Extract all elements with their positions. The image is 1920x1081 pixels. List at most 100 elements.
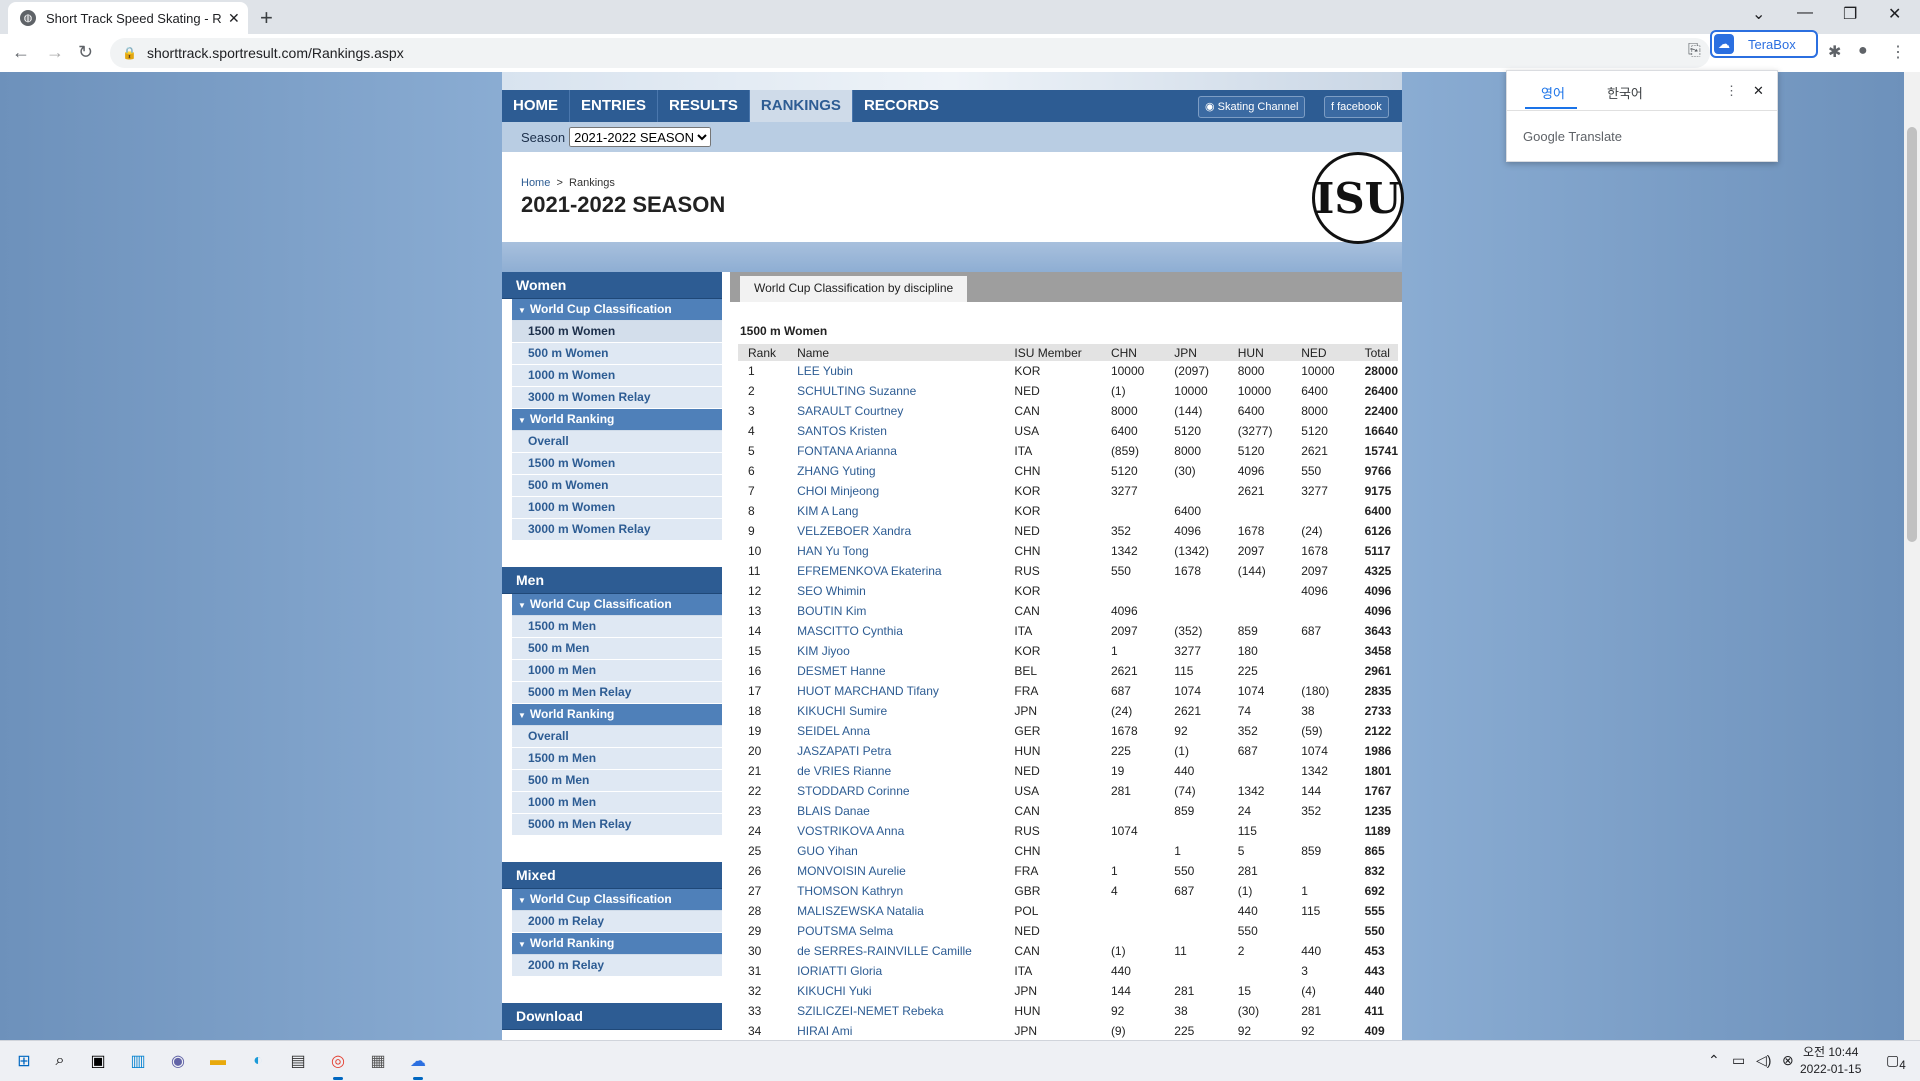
profile-icon[interactable]: ●	[1858, 42, 1868, 60]
notification-icon[interactable]: ▢4	[1886, 1052, 1906, 1072]
cell-name[interactable]: BLAIS Danae	[787, 801, 1004, 821]
taskbar-clock[interactable]: 오전 10:44 2022-01-15	[1800, 1044, 1861, 1078]
sidebar-item-women-wr-500[interactable]: 500 m Women	[512, 475, 722, 497]
sidebar-item-mixed-wc-relay[interactable]: 2000 m Relay	[512, 911, 722, 933]
forward-icon[interactable]: →	[46, 42, 64, 63]
edge-icon[interactable]: ◐	[244, 1047, 272, 1075]
cell-name[interactable]: de SERRES-RAINVILLE Camille	[787, 941, 1005, 961]
sidebar-item-men-wr-overall[interactable]: Overall	[512, 726, 722, 748]
close-tab-icon[interactable]: ✕	[228, 10, 240, 27]
nav-home[interactable]: HOME	[502, 90, 570, 122]
cell-name[interactable]: SANTOS Kristen	[787, 421, 1005, 441]
sidebar-item-women-wr-overall[interactable]: Overall	[512, 431, 722, 453]
cell-name[interactable]: FONTANA Arianna	[787, 441, 1004, 461]
sidebar-item-men-wc-1500[interactable]: 1500 m Men	[512, 616, 722, 638]
store-icon[interactable]: ▤	[284, 1047, 312, 1075]
cell-name[interactable]: LEE Yubin	[787, 361, 1004, 381]
widgets-icon[interactable]: ▥	[124, 1047, 152, 1075]
close-popup-icon[interactable]: ✕	[1753, 83, 1764, 99]
cell-name[interactable]: THOMSON Kathryn	[787, 881, 1004, 901]
reload-icon[interactable]: ↻	[78, 42, 93, 63]
sidebar-item-men-wc-relay[interactable]: 5000 m Men Relay	[512, 682, 722, 704]
breadcrumb-home[interactable]: Home	[521, 177, 550, 189]
cell-name[interactable]: HUOT MARCHAND Tifany	[787, 681, 1004, 701]
scrollbar-thumb[interactable]	[1907, 127, 1917, 542]
sidebar-item-women-wr-1500[interactable]: 1500 m Women	[512, 453, 722, 475]
cell-name[interactable]: MALISZEWSKA Natalia	[787, 901, 1005, 921]
sidebar-item-men-wr-1000[interactable]: 1000 m Men	[512, 792, 722, 814]
cell-name[interactable]: VOSTRIKOVA Anna	[787, 821, 1005, 841]
sidebar-item-women-wc-relay[interactable]: 3000 m Women Relay	[512, 387, 722, 409]
cell-name[interactable]: SCHULTING Suzanne	[787, 381, 1005, 401]
sidebar-item-men-wr-500[interactable]: 500 m Men	[512, 770, 722, 792]
tab-world-cup-classification[interactable]: World Cup Classification by discipline	[740, 276, 968, 302]
season-select[interactable]: 2021-2022 SEASON	[569, 127, 712, 147]
cell-name[interactable]: EFREMENKOVA Ekaterina	[787, 561, 1004, 581]
menu-icon[interactable]: ⋮	[1890, 42, 1906, 62]
windows-start-icon[interactable]: ⊞	[10, 1047, 38, 1075]
cell-name[interactable]: SARAULT Courtney	[787, 401, 1004, 421]
cell-name[interactable]: POUTSMA Selma	[787, 921, 1004, 941]
nav-records[interactable]: RECORDS	[853, 90, 950, 122]
translate-source-tab[interactable]: 영어	[1541, 83, 1565, 102]
cell-name[interactable]: DESMET Hanne	[787, 661, 1005, 681]
cell-name[interactable]: HAN Yu Tong	[787, 541, 1005, 561]
window-close-icon[interactable]: ✕	[1888, 4, 1901, 24]
ime-icon[interactable]: ⊗	[1782, 1052, 1794, 1069]
sidebar-item-women-wc-1000[interactable]: 1000 m Women	[512, 365, 722, 387]
minimize-icon[interactable]: —	[1797, 4, 1813, 22]
sidebar-item-men-wr-1500[interactable]: 1500 m Men	[512, 748, 722, 770]
sidebar-group-mixed-world-ranking[interactable]: ▼ World Ranking	[512, 933, 722, 955]
cell-name[interactable]: IORIATTI Gloria	[787, 961, 1004, 981]
sidebar-item-men-wc-500[interactable]: 500 m Men	[512, 638, 722, 660]
sidebar-group-men-world-cup[interactable]: ▼ World Cup Classification	[512, 594, 722, 616]
extensions-icon[interactable]: ✱	[1828, 42, 1841, 62]
chat-icon[interactable]: ◉	[164, 1047, 192, 1075]
search-icon[interactable]: ⌕	[46, 1047, 74, 1075]
address-bar[interactable]: 🔒 shorttrack.sportresult.com/Rankings.as…	[110, 38, 1710, 68]
cell-name[interactable]: STODDARD Corinne	[787, 781, 1005, 801]
cell-name[interactable]: CHOI Minjeong	[787, 481, 1004, 501]
cell-name[interactable]: MASCITTO Cynthia	[787, 621, 1005, 641]
back-icon[interactable]: ←	[12, 42, 30, 63]
cell-name[interactable]: VELZEBOER Xandra	[787, 521, 1004, 541]
sidebar-item-men-wc-1000[interactable]: 1000 m Men	[512, 660, 722, 682]
sidebar-item-women-wr-relay[interactable]: 3000 m Women Relay	[512, 519, 722, 541]
nav-rankings[interactable]: RANKINGS	[749, 90, 853, 122]
more-options-icon[interactable]: ⋮	[1725, 83, 1738, 99]
translate-icon[interactable]: ⎘	[1688, 42, 1701, 60]
cell-name[interactable]: KIKUCHI Yuki	[787, 981, 1005, 1001]
volume-icon[interactable]: ◁)	[1756, 1052, 1771, 1069]
skating-channel-button[interactable]: ◉ Skating Channel	[1198, 96, 1306, 118]
sidebar-heading-download[interactable]: Download	[502, 1003, 722, 1030]
cell-name[interactable]: SZILICZEI-NEMET Rebeka	[787, 1001, 1004, 1021]
cell-name[interactable]: BOUTIN Kim	[787, 601, 1004, 621]
tray-chevron-icon[interactable]: ⌃	[1708, 1052, 1720, 1069]
sidebar-item-women-wc-500[interactable]: 500 m Women	[512, 343, 722, 365]
chrome-icon[interactable]: ◎	[324, 1047, 352, 1080]
sidebar-item-mixed-wr-relay[interactable]: 2000 m Relay	[512, 955, 722, 977]
restore-icon[interactable]: ❐	[1843, 4, 1857, 24]
sidebar-group-women-world-cup[interactable]: ▼ World Cup Classification	[512, 299, 722, 321]
cell-name[interactable]: HIRAI Ami	[787, 1021, 1005, 1040]
sidebar-group-men-world-ranking[interactable]: ▼ World Ranking	[512, 704, 722, 726]
app-icon[interactable]: ▦	[364, 1047, 392, 1075]
translate-target-tab[interactable]: 한국어	[1607, 83, 1643, 102]
browser-tab[interactable]: ◍ Short Track Speed Skating - Ra ✕	[8, 2, 248, 34]
cell-name[interactable]: SEIDEL Anna	[787, 721, 1004, 741]
page-scrollbar[interactable]	[1904, 72, 1920, 1040]
sidebar-group-mixed-world-cup[interactable]: ▼ World Cup Classification	[512, 889, 722, 911]
cell-name[interactable]: SEO Whimin	[787, 581, 1005, 601]
new-tab-icon[interactable]: +	[260, 5, 273, 31]
cell-name[interactable]: KIM A Lang	[787, 501, 1005, 521]
file-explorer-icon[interactable]: ▬	[204, 1047, 232, 1075]
sidebar-group-women-world-ranking[interactable]: ▼ World Ranking	[512, 409, 722, 431]
sidebar-item-women-wc-1500[interactable]: 1500 m Women	[512, 321, 722, 343]
sidebar-item-men-wr-relay[interactable]: 5000 m Men Relay	[512, 814, 722, 836]
task-view-icon[interactable]: ▣	[84, 1047, 112, 1075]
tab-search-icon[interactable]: ⌄	[1752, 4, 1765, 24]
network-icon[interactable]: ▭	[1732, 1052, 1745, 1069]
terabox-extension-button[interactable]: ☁ TeraBox	[1710, 30, 1818, 58]
cell-name[interactable]: MONVOISIN Aurelie	[787, 861, 1005, 881]
cell-name[interactable]: GUO Yihan	[787, 841, 1004, 861]
